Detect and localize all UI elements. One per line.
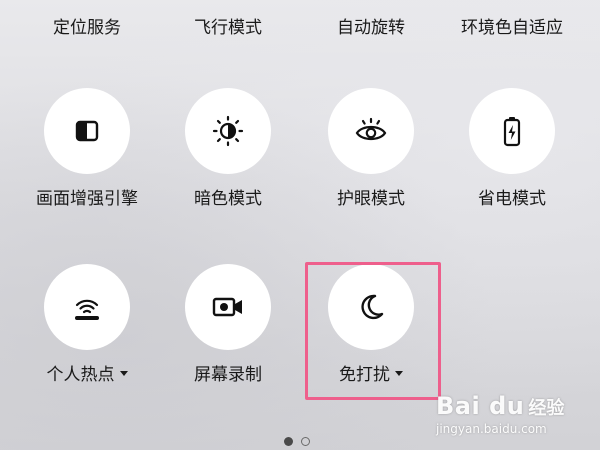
- tile-eye-comfort[interactable]: 护眼模式: [296, 88, 446, 248]
- dark-mode-icon: [212, 115, 244, 147]
- eye-icon: [355, 117, 387, 141]
- baidu-jingyan-watermark: Bai du 经验 jingyan.baidu.com: [436, 392, 586, 442]
- tile-hotspot-label: 个人热点: [12, 363, 162, 387]
- tile-screen-record[interactable]: 屏幕录制: [153, 264, 303, 424]
- page-indicator: [284, 437, 310, 446]
- watermark-sub: 经验: [528, 398, 565, 419]
- display-enhance-icon: [75, 120, 99, 142]
- tile-label-auto-rotate[interactable]: 自动旋转: [296, 14, 446, 42]
- tile-eye-comfort-button[interactable]: [328, 88, 414, 174]
- tile-battery-saver[interactable]: 省电模式: [437, 88, 587, 248]
- tile-hotspot[interactable]: 个人热点: [12, 264, 162, 424]
- page-dot-2[interactable]: [301, 437, 310, 446]
- tile-display-enhance-label: 画面增强引擎: [36, 189, 138, 209]
- watermark-brand: Bai du: [436, 392, 525, 420]
- watermark-url: jingyan.baidu.com: [436, 422, 547, 436]
- page-dot-1[interactable]: [284, 437, 293, 446]
- tile-dark-mode-label: 暗色模式: [194, 189, 262, 209]
- hotspot-icon: [75, 299, 99, 320]
- tile-dark-mode-button[interactable]: [185, 88, 271, 174]
- tile-dark-mode[interactable]: 暗色模式: [153, 88, 303, 248]
- tile-screen-record-button[interactable]: [185, 264, 271, 350]
- tile-label-location[interactable]: 定位服务: [12, 14, 162, 42]
- dropdown-caret-icon[interactable]: [119, 370, 128, 376]
- screen-record-icon: [212, 297, 242, 317]
- tile-battery-saver-button[interactable]: [469, 88, 555, 174]
- tile-label-airplane-mode[interactable]: 飞行模式: [153, 14, 303, 42]
- tile-hotspot-button[interactable]: [44, 264, 130, 350]
- battery-saver-icon: [503, 117, 521, 147]
- tile-eye-comfort-label: 护眼模式: [337, 189, 405, 209]
- highlight-frame: [305, 262, 441, 400]
- tile-display-enhance-button[interactable]: [44, 88, 130, 174]
- tile-label-ambient-color[interactable]: 环境色自适应: [437, 14, 587, 42]
- tile-display-enhance[interactable]: 画面增强引擎: [12, 88, 162, 248]
- tile-screen-record-label: 屏幕录制: [194, 365, 262, 385]
- tile-battery-saver-label: 省电模式: [478, 189, 546, 209]
